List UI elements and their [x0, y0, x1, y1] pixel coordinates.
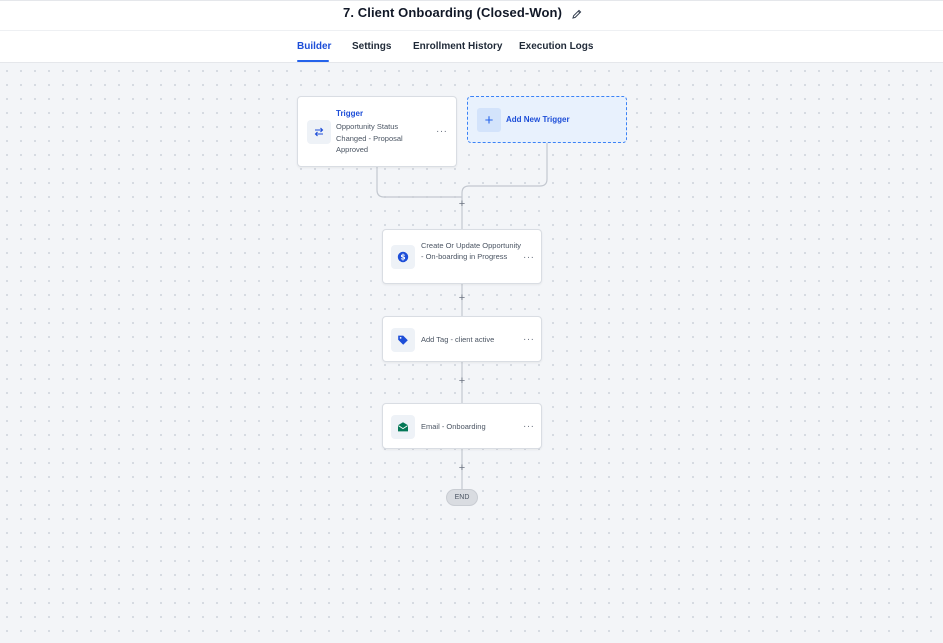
- trigger-description: Opportunity Status Changed - Proposal Ap…: [336, 122, 403, 154]
- action-card-create-update-opportunity[interactable]: $ Create Or Update Opportunity - On-boar…: [382, 229, 542, 284]
- more-options-icon[interactable]: ···: [523, 422, 535, 432]
- add-step-button[interactable]: +: [456, 292, 468, 304]
- add-new-trigger-button[interactable]: + Add New Trigger: [467, 96, 627, 143]
- action-card-email[interactable]: Email - Onboarding ···: [382, 403, 542, 449]
- tab-bar: Builder Settings Enrollment History Exec…: [0, 30, 943, 63]
- add-step-button[interactable]: +: [456, 462, 468, 474]
- pencil-icon[interactable]: [571, 7, 583, 19]
- title-bar: 7. Client Onboarding (Closed-Won): [0, 0, 943, 30]
- action-label: Create Or Update Opportunity - On-boardi…: [421, 241, 522, 261]
- action-label: Email - Onboarding: [421, 422, 486, 431]
- dollar-icon: $: [391, 245, 415, 269]
- add-new-trigger-label: Add New Trigger: [506, 115, 570, 124]
- trigger-label: Trigger: [336, 109, 364, 118]
- trigger-card[interactable]: Trigger Opportunity Status Changed - Pro…: [297, 96, 457, 167]
- add-step-button[interactable]: +: [456, 198, 468, 210]
- tag-icon: [391, 328, 415, 352]
- arrows-swap-icon: [307, 120, 331, 144]
- page-title: 7. Client Onboarding (Closed-Won): [343, 5, 562, 20]
- more-options-icon[interactable]: ···: [523, 335, 535, 345]
- title-wrap: 7. Client Onboarding (Closed-Won): [343, 5, 583, 20]
- tab-builder[interactable]: Builder: [297, 41, 331, 52]
- action-label: Add Tag - client active: [421, 335, 495, 344]
- tab-execution-logs[interactable]: Execution Logs: [519, 41, 593, 52]
- plus-icon: +: [477, 108, 501, 132]
- more-options-icon[interactable]: ···: [523, 253, 535, 263]
- end-node: END: [446, 489, 478, 506]
- more-options-icon[interactable]: ···: [436, 127, 448, 137]
- active-tab-indicator: [297, 60, 329, 62]
- action-card-add-tag[interactable]: Add Tag - client active ···: [382, 316, 542, 362]
- envelope-icon: [391, 415, 415, 439]
- tab-enrollment-history[interactable]: Enrollment History: [413, 41, 502, 52]
- add-step-button[interactable]: +: [456, 375, 468, 387]
- svg-text:$: $: [400, 253, 405, 262]
- tab-settings[interactable]: Settings: [352, 41, 391, 52]
